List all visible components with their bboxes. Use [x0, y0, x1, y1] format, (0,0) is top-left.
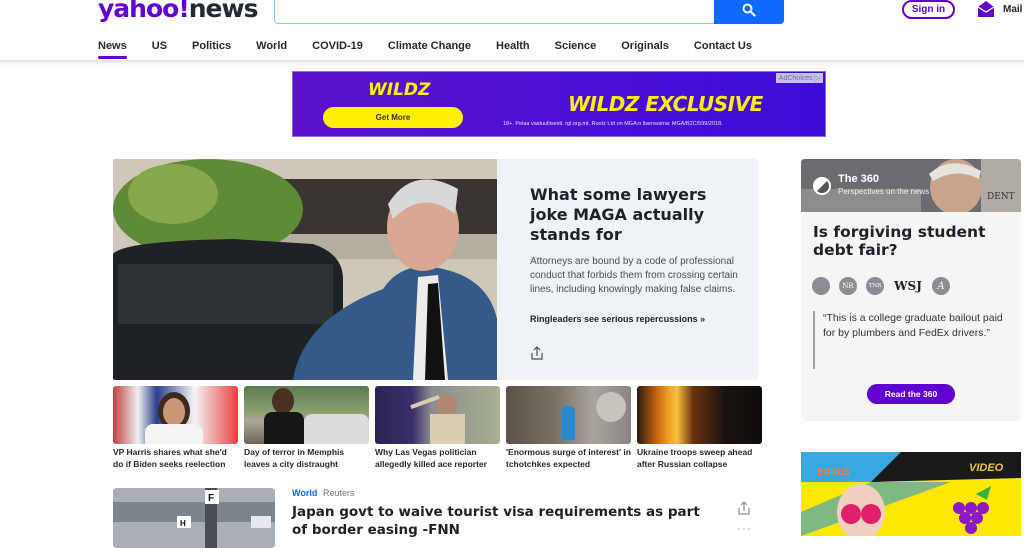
search-icon	[742, 3, 756, 17]
adchoices-link[interactable]: AdChoices ▷	[775, 73, 823, 83]
new-republic-logo-icon: TNR	[866, 277, 884, 295]
thumbnail-image	[375, 386, 500, 444]
mail-icon[interactable]	[977, 0, 995, 18]
side-ad-bonus-badge: BONUS	[817, 467, 850, 477]
ad-banner[interactable]: WILDZ Get More WILDZ EXCLUSIVE 18+. Pela…	[292, 71, 826, 137]
thumbnail-caption[interactable]: 'Enormous surge of interest' in tchotchk…	[506, 446, 631, 470]
nav-item-climate-change[interactable]: Climate Change	[388, 40, 471, 60]
the-360-title: The 360	[838, 173, 879, 185]
nav-item-originals[interactable]: Originals	[621, 40, 669, 60]
thumbnail-image	[113, 386, 238, 444]
nav-item-world[interactable]: World	[256, 40, 287, 60]
thumbnail-story[interactable]: 'Enormous surge of interest' in tchotchk…	[506, 386, 631, 470]
nav-item-us[interactable]: US	[152, 40, 167, 60]
hero-summary: Attorneys are bound by a code of profess…	[530, 256, 738, 295]
hero-related-link[interactable]: Ringleaders see serious repercussions »	[530, 314, 705, 324]
publication-logos: NR TNR WSJ A	[812, 277, 950, 295]
ad-fine-print: 18+. Pelaa vastuullisesti. rgl.org.mt. R…	[503, 121, 723, 127]
thumbnail-stories: VP Harris shares what she'd do if Biden …	[113, 386, 762, 470]
the-360-tagline: Perspectives on the news	[838, 187, 930, 196]
sign-in-button[interactable]: Sign in	[902, 0, 955, 19]
thumbnail-image	[506, 386, 631, 444]
adchoices-icon: ▷	[814, 75, 820, 82]
share-icon[interactable]	[530, 346, 544, 360]
ad-brand-logo: WILDZ	[368, 80, 431, 100]
more-options-icon[interactable]: ···	[737, 521, 752, 535]
the-360-banner: DENT The 360 Perspectives on the news	[801, 159, 1021, 212]
thumbnail-caption[interactable]: VP Harris shares what she'd do if Biden …	[113, 446, 238, 470]
thumbnail-story[interactable]: Why Las Vegas politician allegedly kille…	[375, 386, 500, 470]
hero-headline[interactable]: What some lawyers joke MAGA actually sta…	[530, 185, 745, 245]
thumbnail-image	[244, 386, 369, 444]
side-ad-video-badge: VIDEO	[969, 462, 1004, 474]
the-360-banner-photo: DENT	[801, 159, 1021, 212]
share-icon[interactable]	[737, 501, 751, 515]
stream-photo: F H	[113, 488, 275, 548]
search-input[interactable]	[274, 0, 714, 24]
thumbnail-caption[interactable]: Why Las Vegas politician allegedly kille…	[375, 446, 500, 470]
the-360-card[interactable]: DENT The 360 Perspectives on the news Is…	[801, 159, 1021, 421]
thumbnail-image	[637, 386, 762, 444]
ad-get-more-button[interactable]: Get More	[323, 107, 463, 128]
atlantic-logo-icon: A	[932, 277, 950, 295]
thumbnail-caption[interactable]: Ukraine troops sweep ahead after Russian…	[637, 446, 762, 470]
nav-item-news[interactable]: News	[98, 40, 127, 60]
hero-story-panel[interactable]: What some lawyers joke MAGA actually sta…	[497, 159, 758, 380]
national-review-logo-icon: NR	[839, 277, 857, 295]
svg-text:DENT: DENT	[987, 192, 1015, 202]
stream-source: Reuters	[323, 488, 355, 498]
the-360-question[interactable]: Is forgiving student debt fair?	[813, 223, 1013, 259]
nav-item-politics[interactable]: Politics	[192, 40, 231, 60]
site-header: yahoo!news Sign in Mail News US Politics…	[0, 0, 1024, 62]
hero-photo	[113, 159, 497, 380]
nav-item-science[interactable]: Science	[555, 40, 597, 60]
the-360-quote: “This is a college graduate bailout paid…	[813, 311, 1013, 369]
hero-image[interactable]	[113, 159, 497, 380]
nav-item-contact-us[interactable]: Contact Us	[694, 40, 752, 60]
thumbnail-caption[interactable]: Day of terror in Memphis leaves a city d…	[244, 446, 369, 470]
nav-item-health[interactable]: Health	[496, 40, 530, 60]
mail-label[interactable]: Mail	[1003, 4, 1022, 15]
read-the-360-button[interactable]: Read the 360	[867, 384, 955, 404]
the-360-logo-icon	[813, 177, 831, 195]
wsj-logo-icon: WSJ	[894, 279, 922, 293]
stream-category[interactable]: World	[292, 488, 317, 498]
ad-headline: WILDZ EXCLUSIVE	[568, 92, 763, 116]
yahoo-news-logo[interactable]: yahoo!news	[98, 0, 258, 23]
search-button[interactable]	[714, 0, 784, 24]
svg-text:H: H	[180, 519, 186, 528]
publication-logo-icon	[812, 277, 830, 295]
stream-item-image[interactable]: F H	[113, 488, 275, 548]
thumbnail-story[interactable]: Day of terror in Memphis leaves a city d…	[244, 386, 369, 470]
nav-item-covid-19[interactable]: COVID-19	[312, 40, 363, 60]
svg-text:F: F	[208, 493, 214, 504]
thumbnail-story[interactable]: Ukraine troops sweep ahead after Russian…	[637, 386, 762, 470]
main-nav: News US Politics World COVID-19 Climate …	[98, 40, 777, 60]
stream-headline[interactable]: Japan govt to waive tourist visa require…	[292, 503, 712, 539]
side-ad[interactable]: BONUS VIDEO	[801, 452, 1021, 536]
thumbnail-story[interactable]: VP Harris shares what she'd do if Biden …	[113, 386, 238, 470]
